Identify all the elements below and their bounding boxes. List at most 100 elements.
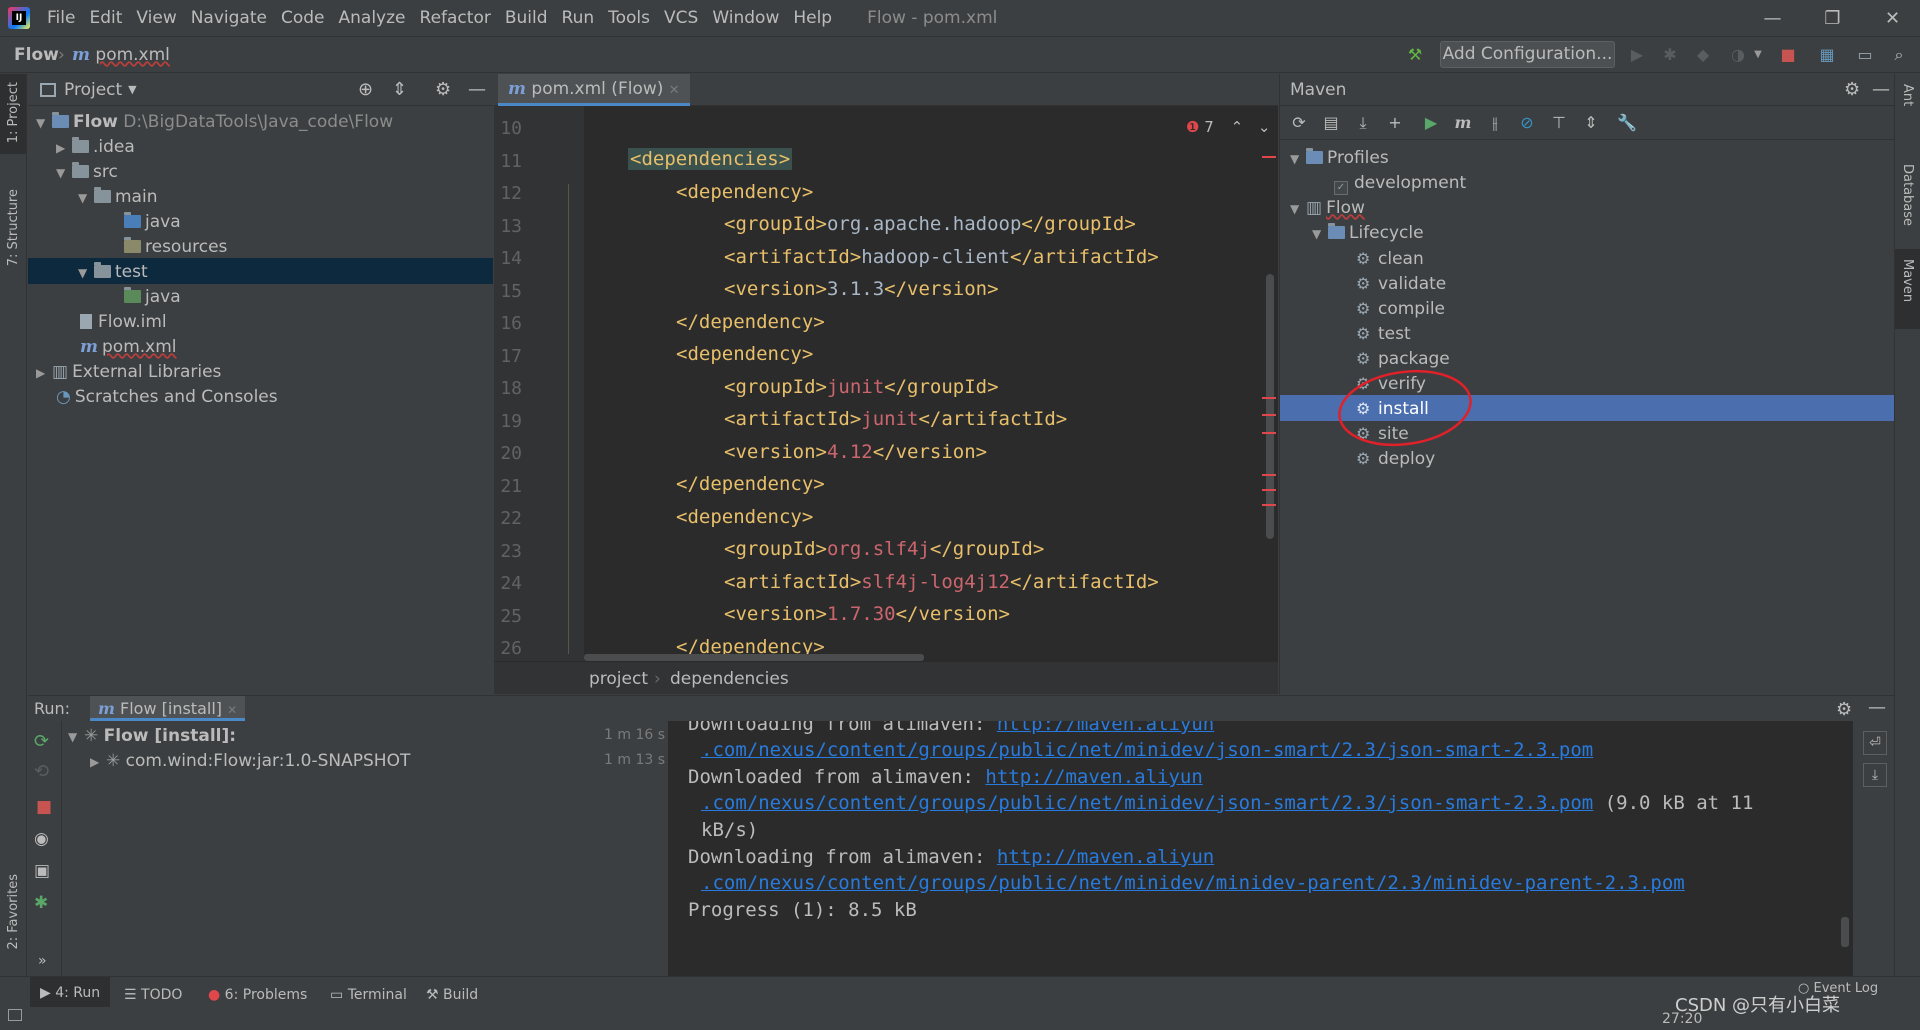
eye-icon[interactable]: ◉ [34,829,49,849]
tool-tab-run[interactable]: ▶ 4: Run [30,977,111,1007]
scroll-to-end-icon[interactable]: ⤓ [1863,763,1887,787]
tree-item-flow-iml[interactable]: Flow.iml [80,310,167,335]
generate-sources-icon[interactable]: ▤ [1320,112,1342,134]
console-link[interactable]: http://maven.aliyun [985,766,1202,788]
hide-panel-icon[interactable]: — [1872,79,1890,100]
run-icon[interactable]: ▶ [1626,44,1648,66]
collapse-all-icon[interactable]: ⇕ [392,79,407,100]
tab-pom-xml[interactable]: m pom.xml (Flow) ✕ [498,74,690,106]
add-icon[interactable]: + [1384,112,1406,134]
tree-item-test-java[interactable]: java [124,285,181,310]
console-scrollbar[interactable] [1841,917,1849,947]
download-icon[interactable]: ⤓ [1352,112,1374,134]
reload-icon[interactable]: ⟳ [1288,112,1310,134]
build-hammer-icon[interactable]: ⚒ [1404,44,1426,66]
tree-item-main[interactable]: ▼ main [78,185,157,210]
console-link[interactable]: http://maven.aliyun [997,721,1214,735]
maven-goal-compile[interactable]: ⚙ compile [1356,296,1445,321]
add-configuration-button[interactable]: Add Configuration... [1440,41,1615,68]
favorites-tool-button[interactable]: 2: Favorites [6,874,21,950]
menu-analyze[interactable]: Analyze [332,8,413,28]
profile-checkbox[interactable]: ✓ [1334,181,1348,195]
menu-code[interactable]: Code [274,8,332,28]
hide-panel-icon[interactable]: — [1868,697,1886,718]
error-stripe-mark[interactable] [1262,489,1276,491]
run-tree-row[interactable]: ▼ ✳ Flow [install]: 1 m 16 s [68,726,668,751]
hide-panel-icon[interactable]: — [468,79,486,100]
more-icon[interactable]: » [38,953,47,969]
pin-icon[interactable]: ✱ [34,893,48,913]
soft-wrap-icon[interactable]: ⏎ [1863,731,1887,755]
tree-item-external-libraries[interactable]: ▶ ▥ External Libraries [36,360,221,385]
error-stripe-mark[interactable] [1262,504,1276,506]
maven-goal-validate[interactable]: ⚙ validate [1356,271,1446,296]
console-link[interactable]: .com/nexus/content/groups/public/net/min… [701,872,1685,894]
maven-profile-development[interactable]: ✓ development [1334,171,1466,196]
profile-dropdown-icon[interactable]: ▼ [1747,44,1769,66]
tool-tab-problems[interactable]: ● 6: Problems [208,987,307,1003]
menu-run[interactable]: Run [555,8,602,28]
error-stripe-mark[interactable] [1262,156,1276,158]
project-tool-button[interactable]: 1: Project [6,82,21,143]
stop-icon[interactable]: ■ [1777,44,1799,66]
error-stripe-mark[interactable] [1262,474,1276,476]
menu-vcs[interactable]: VCS [657,8,705,28]
presentation-icon[interactable]: ▭ [1854,44,1876,66]
tree-item-pom-xml[interactable]: m pom.xml [80,335,177,360]
menu-file[interactable]: File [40,8,82,28]
debug-icon[interactable]: ✱ [1659,44,1681,66]
gear-icon[interactable]: ⚙ [1836,699,1852,720]
project-structure-icon[interactable]: ▦ [1816,44,1838,66]
maven-tool-button[interactable]: Maven [1900,259,1915,302]
menu-view[interactable]: View [129,8,183,28]
maven-goal-test[interactable]: ⚙ test [1356,321,1411,346]
error-stripe-mark[interactable] [1262,414,1276,416]
tool-tab-build[interactable]: ⚒ Build [426,987,478,1003]
tree-item-main-java[interactable]: java [124,210,181,235]
close-tab-icon[interactable]: ✕ [669,83,680,98]
maven-lifecycle[interactable]: ▼ Lifecycle [1312,221,1424,246]
menu-navigate[interactable]: Navigate [184,8,274,28]
console-link[interactable]: .com/nexus/content/groups/public/net/min… [701,739,1593,761]
collapse-all-icon[interactable]: ⇕ [1580,112,1602,134]
run-maven-icon[interactable]: ▶ [1420,112,1442,134]
maven-project-flow[interactable]: ▼ ▥ Flow [1290,196,1365,221]
maven-goal-clean[interactable]: ⚙ clean [1356,246,1424,271]
horizontal-scrollbar[interactable] [584,654,924,661]
rerun-failed-icon[interactable]: ⟲ [34,761,49,782]
search-everywhere-icon[interactable]: ⌕ [1888,44,1910,66]
minimize-icon[interactable]: — [1745,0,1800,37]
gear-icon[interactable]: ⚙ [1844,79,1860,100]
show-dependencies-icon[interactable]: ⊤ [1548,112,1570,134]
camera-icon[interactable]: ▣ [34,861,50,881]
maven-profiles[interactable]: ▼ Profiles [1290,146,1389,171]
restore-icon[interactable]: ❐ [1805,0,1860,37]
menu-tools[interactable]: Tools [601,8,657,28]
breadcrumb-dependencies-tag[interactable]: dependencies [670,669,789,689]
tree-item-src[interactable]: ▼ src [56,160,118,185]
code-area[interactable]: <dependencies> <dependency> <groupId>org… [584,106,1278,661]
structure-tool-button[interactable]: 7: Structure [6,189,21,266]
breadcrumb-project[interactable]: Flow [14,45,59,65]
profile-icon[interactable]: ◑ [1727,44,1749,66]
error-stripe-mark[interactable] [1262,432,1276,434]
run-tree-row[interactable]: ▶ ✳ com.wind:Flow:jar:1.0-SNAPSHOT 1 m 13… [90,751,668,776]
tree-item-idea[interactable]: ▶ .idea [56,135,135,160]
menu-help[interactable]: Help [786,8,839,28]
tool-tab-terminal[interactable]: ▭ Terminal [330,987,407,1003]
menu-build[interactable]: Build [498,8,555,28]
breadcrumb-file[interactable]: m pom.xml [72,45,170,65]
skip-tests-icon[interactable]: ⊘ [1516,112,1538,134]
menu-window[interactable]: Window [705,8,786,28]
tree-item-resources[interactable]: resources [124,235,227,260]
rerun-icon[interactable]: ⟳ [34,731,49,752]
tool-tab-todo[interactable]: ☰ TODO [124,987,182,1003]
toggle-tool-windows-icon[interactable] [8,1009,22,1021]
run-tab-flow-install[interactable]: m Flow [install] ✕ [90,696,246,721]
tree-item-scratches[interactable]: ◔ Scratches and Consoles [56,385,278,410]
gear-icon[interactable]: ⚙ [435,79,451,100]
close-tab-icon[interactable]: ✕ [227,703,237,717]
locate-icon[interactable]: ⊕ [358,79,373,100]
tree-item-test[interactable]: ▼ test [78,260,148,285]
menu-refactor[interactable]: Refactor [413,8,498,28]
